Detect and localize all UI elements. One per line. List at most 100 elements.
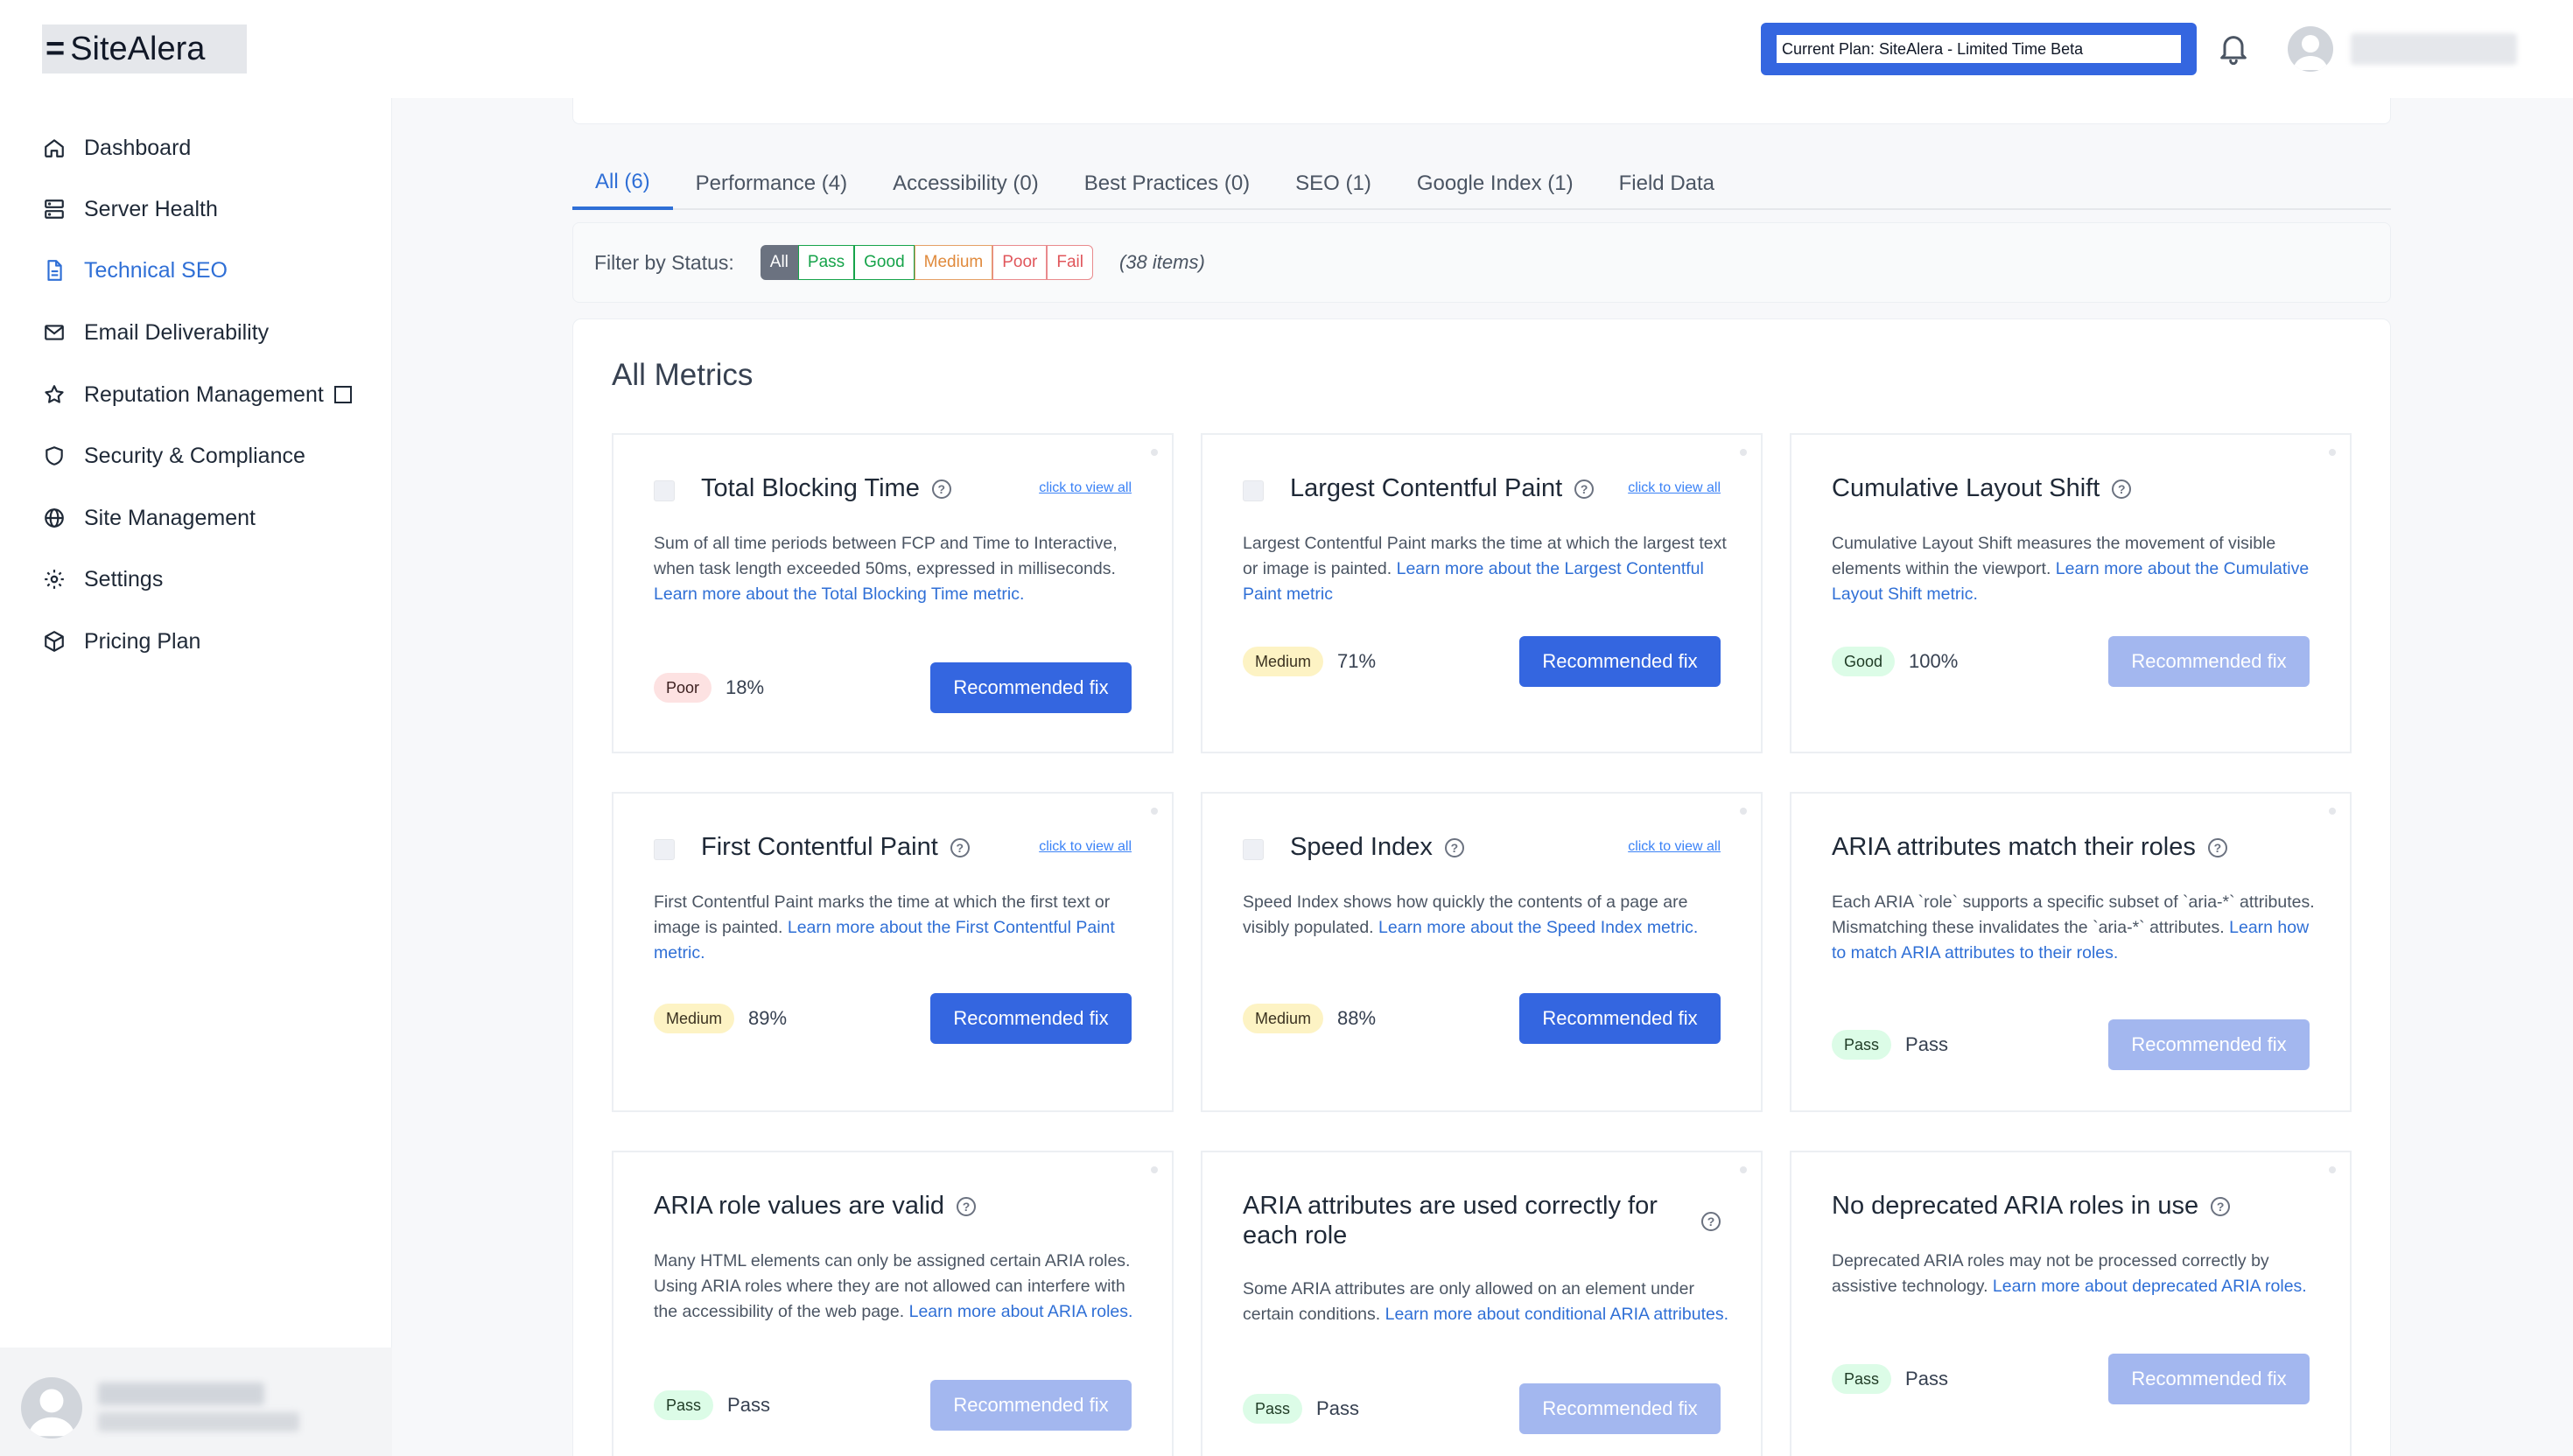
tab-performance[interactable]: Performance (4)	[673, 158, 870, 210]
metric-title-wrap: ARIA attributes match their roles?	[1832, 832, 2287, 862]
help-icon[interactable]: ?	[1701, 1212, 1721, 1231]
metric-value: Pass	[1316, 1397, 1359, 1419]
sidebar-item-label: Site Management	[84, 505, 256, 530]
current-plan-label: Current Plan: SiteAlera - Limited Time B…	[1777, 35, 2181, 63]
metric-description: Sum of all time periods between FCP and …	[654, 531, 1144, 607]
mail-icon	[42, 320, 67, 345]
app-logo[interactable]: = SiteAlera	[42, 24, 247, 74]
sidebar-item-server-health[interactable]: Server Health	[42, 192, 218, 227]
metric-value: 89%	[748, 1007, 788, 1029]
metric-checkbox[interactable]	[1243, 839, 1264, 860]
shield-icon	[42, 444, 67, 468]
recommended-fix-button[interactable]: Recommended fix	[930, 1380, 1132, 1431]
recommended-fix-button[interactable]: Recommended fix	[1519, 993, 1721, 1044]
menu-icon[interactable]: =	[46, 31, 65, 68]
tab-seo[interactable]: SEO (1)	[1272, 158, 1394, 210]
metric-title: Cumulative Layout Shift	[1832, 474, 2100, 502]
help-icon[interactable]: ?	[1444, 838, 1464, 858]
external-link-icon	[333, 386, 352, 403]
recommended-fix-button[interactable]: Recommended fix	[2108, 1019, 2310, 1070]
metric-value: Pass	[1905, 1033, 1948, 1055]
metric-card: No deprecated ARIA roles in use? Depreca…	[1790, 1151, 2352, 1456]
recommended-fix-button[interactable]: Recommended fix	[1519, 636, 1721, 687]
sidebar-item-security-compliance[interactable]: Security & Compliance	[42, 438, 305, 473]
help-icon[interactable]: ?	[1574, 480, 1595, 500]
view-all-link[interactable]: click to view all	[1039, 480, 1132, 496]
metric-title: Total Blocking Time	[701, 474, 920, 502]
metric-description: First Contentful Paint marks the time at…	[654, 890, 1144, 966]
learn-more-link[interactable]: Learn more about the Speed Index metric.	[1378, 918, 1698, 937]
metric-description: Speed Index shows how quickly the conten…	[1243, 890, 1733, 941]
metric-score: Medium 71%	[1243, 647, 1376, 676]
recommended-fix-button[interactable]: Recommended fix	[2108, 1354, 2310, 1404]
sidebar-user-footer[interactable]	[0, 1348, 392, 1456]
metric-title: First Contentful Paint	[701, 833, 938, 861]
metric-checkbox[interactable]	[654, 480, 675, 501]
metric-card: Total Blocking Time? click to view all S…	[612, 433, 1174, 753]
card-indicator-dot	[1151, 1166, 1158, 1173]
metric-description: Deprecated ARIA roles may not be process…	[1832, 1249, 2322, 1299]
recommended-fix-button[interactable]: Recommended fix	[1519, 1383, 1721, 1434]
metric-score: Pass Pass	[654, 1390, 770, 1420]
tab-all[interactable]: All (6)	[572, 158, 673, 210]
metric-description: Cumulative Layout Shift measures the mov…	[1832, 531, 2322, 607]
items-count: (38 items)	[1118, 251, 1205, 273]
tab-field-data[interactable]: Field Data	[1596, 158, 1737, 210]
sidebar-item-email-deliverability[interactable]: Email Deliverability	[42, 315, 269, 350]
help-icon[interactable]: ?	[2207, 838, 2227, 858]
metric-score: Medium 88%	[1243, 1004, 1376, 1033]
status-badge: Pass	[1832, 1364, 1892, 1394]
user-avatar-icon[interactable]	[21, 1377, 82, 1438]
help-icon[interactable]: ?	[2211, 1197, 2231, 1217]
card-indicator-dot	[1740, 1166, 1747, 1173]
view-all-link[interactable]: click to view all	[1628, 839, 1721, 855]
help-icon[interactable]: ?	[931, 480, 951, 500]
sidebar-item-site-management[interactable]: Site Management	[42, 500, 256, 536]
sidebar-item-settings[interactable]: Settings	[42, 562, 163, 597]
filter-chip-poor[interactable]: Poor	[992, 245, 1048, 280]
status-badge: Medium	[1243, 647, 1324, 676]
user-avatar-icon[interactable]	[2288, 26, 2333, 72]
tab-best-practices[interactable]: Best Practices (0)	[1062, 158, 1272, 210]
status-filter-chips: All Pass Good Medium Poor Fail	[760, 245, 1093, 280]
tab-google-index[interactable]: Google Index (1)	[1394, 158, 1596, 210]
sidebar-item-pricing-plan[interactable]: Pricing Plan	[42, 624, 200, 659]
sidebar-item-reputation-management[interactable]: Reputation Management	[42, 377, 352, 412]
document-icon	[42, 258, 67, 283]
card-indicator-dot	[2329, 1166, 2336, 1173]
view-all-link[interactable]: click to view all	[1039, 839, 1132, 855]
metric-checkbox[interactable]	[1243, 480, 1264, 501]
filter-chip-fail[interactable]: Fail	[1047, 245, 1093, 280]
help-icon[interactable]: ?	[950, 838, 970, 858]
sidebar-item-dashboard[interactable]: Dashboard	[42, 130, 191, 165]
metric-value: 88%	[1337, 1007, 1377, 1029]
help-icon[interactable]: ?	[2112, 480, 2132, 500]
card-indicator-dot	[1740, 449, 1747, 456]
filter-chip-all[interactable]: All	[760, 245, 798, 280]
filter-chip-good[interactable]: Good	[854, 245, 915, 280]
metric-title-wrap: Speed Index?	[1290, 832, 1588, 862]
recommended-fix-button[interactable]: Recommended fix	[930, 662, 1132, 713]
view-all-link[interactable]: click to view all	[1628, 480, 1721, 496]
bell-icon[interactable]	[2216, 30, 2251, 68]
metric-score: Good 100%	[1832, 647, 1958, 676]
help-icon[interactable]: ?	[957, 1197, 977, 1217]
sidebar-item-technical-seo[interactable]: Technical SEO	[42, 253, 228, 288]
metric-checkbox[interactable]	[654, 839, 675, 860]
server-icon	[42, 197, 67, 221]
metric-card: ARIA attributes match their roles? Each …	[1790, 792, 2352, 1112]
current-plan-button[interactable]: Current Plan: SiteAlera - Limited Time B…	[1761, 23, 2197, 75]
metric-title-wrap: Cumulative Layout Shift?	[1832, 473, 2287, 503]
filter-chip-medium[interactable]: Medium	[914, 245, 993, 280]
learn-more-link[interactable]: Learn more about ARIA roles.	[909, 1302, 1133, 1321]
sidebar-item-label: Server Health	[84, 196, 218, 221]
tab-accessibility[interactable]: Accessibility (0)	[870, 158, 1062, 210]
learn-more-link[interactable]: Learn more about the Total Blocking Time…	[654, 584, 1024, 604]
recommended-fix-button[interactable]: Recommended fix	[930, 993, 1132, 1044]
recommended-fix-button[interactable]: Recommended fix	[2108, 636, 2310, 687]
learn-more-link[interactable]: Learn more about deprecated ARIA roles.	[1993, 1277, 2307, 1296]
filter-chip-pass[interactable]: Pass	[797, 245, 855, 280]
metric-score: Pass Pass	[1832, 1030, 1948, 1060]
learn-more-link[interactable]: Learn more about conditional ARIA attrib…	[1385, 1305, 1728, 1324]
metric-description: Some ARIA attributes are only allowed on…	[1243, 1277, 1733, 1327]
